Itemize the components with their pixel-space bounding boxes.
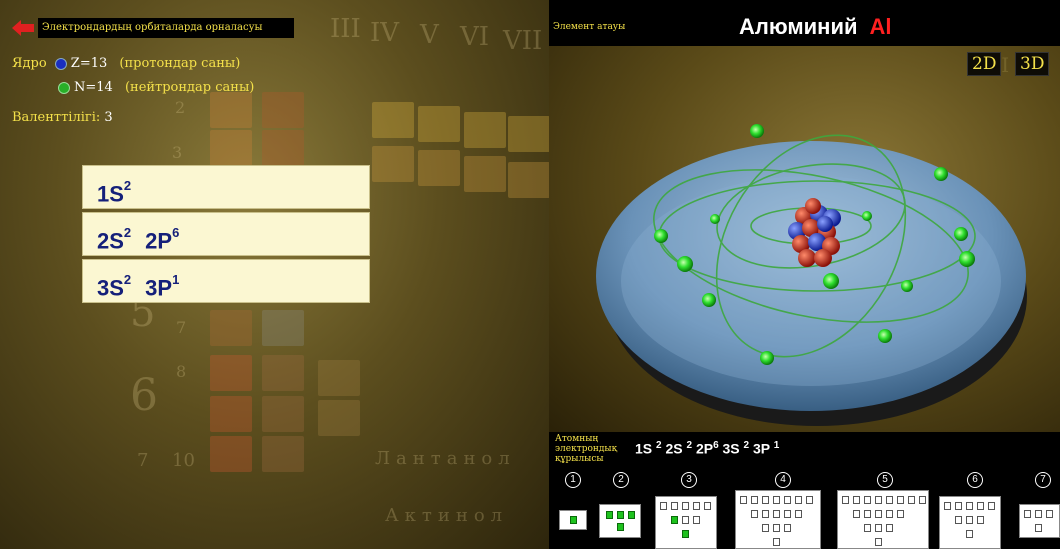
bg-group-numeral: VII xyxy=(503,26,543,56)
view-2d-button[interactable]: 2D xyxy=(967,52,1002,76)
shell-number-7[interactable]: 7 xyxy=(1035,472,1051,488)
config-value: 1S 2 2S 2 2P6 3S 2 3P 1 xyxy=(635,440,779,457)
neutron-count: N=14 xyxy=(74,80,113,95)
subshell-count: 1 xyxy=(172,272,180,287)
bg-group-numeral: IV xyxy=(370,18,400,48)
shell-number-5[interactable]: 5 xyxy=(877,472,893,488)
element-title: Алюминий Al xyxy=(739,14,892,40)
shell-6-diagram xyxy=(939,496,1001,549)
shell-number-6[interactable]: 6 xyxy=(967,472,983,488)
valence-row: Валенттілігі: 3 xyxy=(12,110,113,125)
shell-2-config: 2S2 2P6 xyxy=(82,212,370,256)
back-arrow-icon[interactable] xyxy=(12,20,34,36)
element-symbol: Al xyxy=(869,14,892,39)
proton-count: Z=13 xyxy=(70,56,108,71)
subshell-count: 2 xyxy=(123,272,132,287)
config-term: 3S xyxy=(722,440,740,457)
subshell-label: 2P xyxy=(145,228,173,254)
config-sup: 1 xyxy=(773,440,780,451)
bg-group-numeral: III xyxy=(330,14,361,44)
right-panel: Элемент атауы Алюминий Al 2D 3D Атомның … xyxy=(549,0,1060,549)
config-term: 2P xyxy=(695,440,714,457)
bg-word: Лантанол xyxy=(375,448,516,469)
config-term: 3P xyxy=(752,440,770,457)
element-name: Алюминий xyxy=(739,14,858,39)
nucleus-label: Ядро xyxy=(12,56,47,71)
bg-row-number: 3 xyxy=(172,143,183,162)
shell-3-diagram xyxy=(655,496,717,549)
proton-dot-icon xyxy=(54,57,67,70)
subshell-count: 2 xyxy=(123,225,132,240)
element-name-label: Элемент атауы xyxy=(553,22,626,32)
subshell-label: 2S xyxy=(97,228,124,254)
valence-label: Валенттілігі: xyxy=(12,110,101,125)
config-term: 2S xyxy=(665,440,683,457)
config-sup: 6 xyxy=(713,440,719,451)
bg-row-number: 8 xyxy=(176,362,187,381)
bg-group-numeral: VI xyxy=(460,22,490,52)
shell-5-diagram xyxy=(837,490,929,549)
nucleus-protons-row: Ядро Z=13 (протондар саны) xyxy=(12,56,240,71)
shell-number-2[interactable]: 2 xyxy=(613,472,629,488)
bg-row-number: 7 xyxy=(176,318,187,337)
shell-1-config: 1S2 xyxy=(82,165,370,209)
neutron-dot-icon xyxy=(58,81,70,94)
element-header: Элемент атауы Алюминий Al xyxy=(549,12,1060,46)
config-term: 1S xyxy=(635,440,653,457)
bg-group-numeral: V xyxy=(420,20,439,50)
config-sup: 2 xyxy=(686,440,693,451)
bg-word: Актинол xyxy=(385,505,509,526)
neutrons-row: N=14 (нейтрондар саны) xyxy=(58,80,254,95)
atom-3d-view[interactable]: VIII xyxy=(549,46,1060,432)
shell-number-4[interactable]: 4 xyxy=(775,472,791,488)
left-panel: III IV V VI VII 2 3 5 6 7 8 7 10 Лантано… xyxy=(0,0,549,549)
subshell-count: 6 xyxy=(172,225,180,240)
bg-row-number: 7 xyxy=(137,450,149,471)
page-title: Электрондардың орбиталарда орналасуы xyxy=(38,18,294,38)
subshell-count: 2 xyxy=(123,178,132,193)
config-sup: 2 xyxy=(656,440,662,451)
shell-number-3[interactable]: 3 xyxy=(681,472,697,488)
shell-3-config: 3S2 3P1 xyxy=(82,259,370,303)
atom-model-icon: VIII xyxy=(596,53,1027,426)
shell-number-1[interactable]: 1 xyxy=(565,472,581,488)
electron-config-footer: Атомның электрондық құрылысы 1S 2 2S 2 2… xyxy=(549,432,1060,549)
subshell-label: 1S xyxy=(97,181,124,207)
subshell-label: 3S xyxy=(97,275,124,301)
subshell-label: 3P xyxy=(145,275,173,301)
config-sup: 2 xyxy=(743,440,750,451)
bg-row-number: 10 xyxy=(172,450,195,471)
proton-note: (протондар саны) xyxy=(119,56,241,71)
config-label: Атомның электрондық құрылысы xyxy=(555,434,618,464)
view-3d-button[interactable]: 3D xyxy=(1015,52,1050,76)
shell-7-diagram xyxy=(1019,504,1060,538)
shell-4-diagram xyxy=(735,490,821,549)
shell-2-diagram xyxy=(599,504,641,538)
neutron-note: (нейтрондар саны) xyxy=(124,80,255,95)
bg-row-number: 2 xyxy=(175,98,186,117)
valence-value: 3 xyxy=(104,110,113,125)
bg-row-number: 6 xyxy=(130,370,158,421)
shell-1-diagram xyxy=(559,510,587,530)
